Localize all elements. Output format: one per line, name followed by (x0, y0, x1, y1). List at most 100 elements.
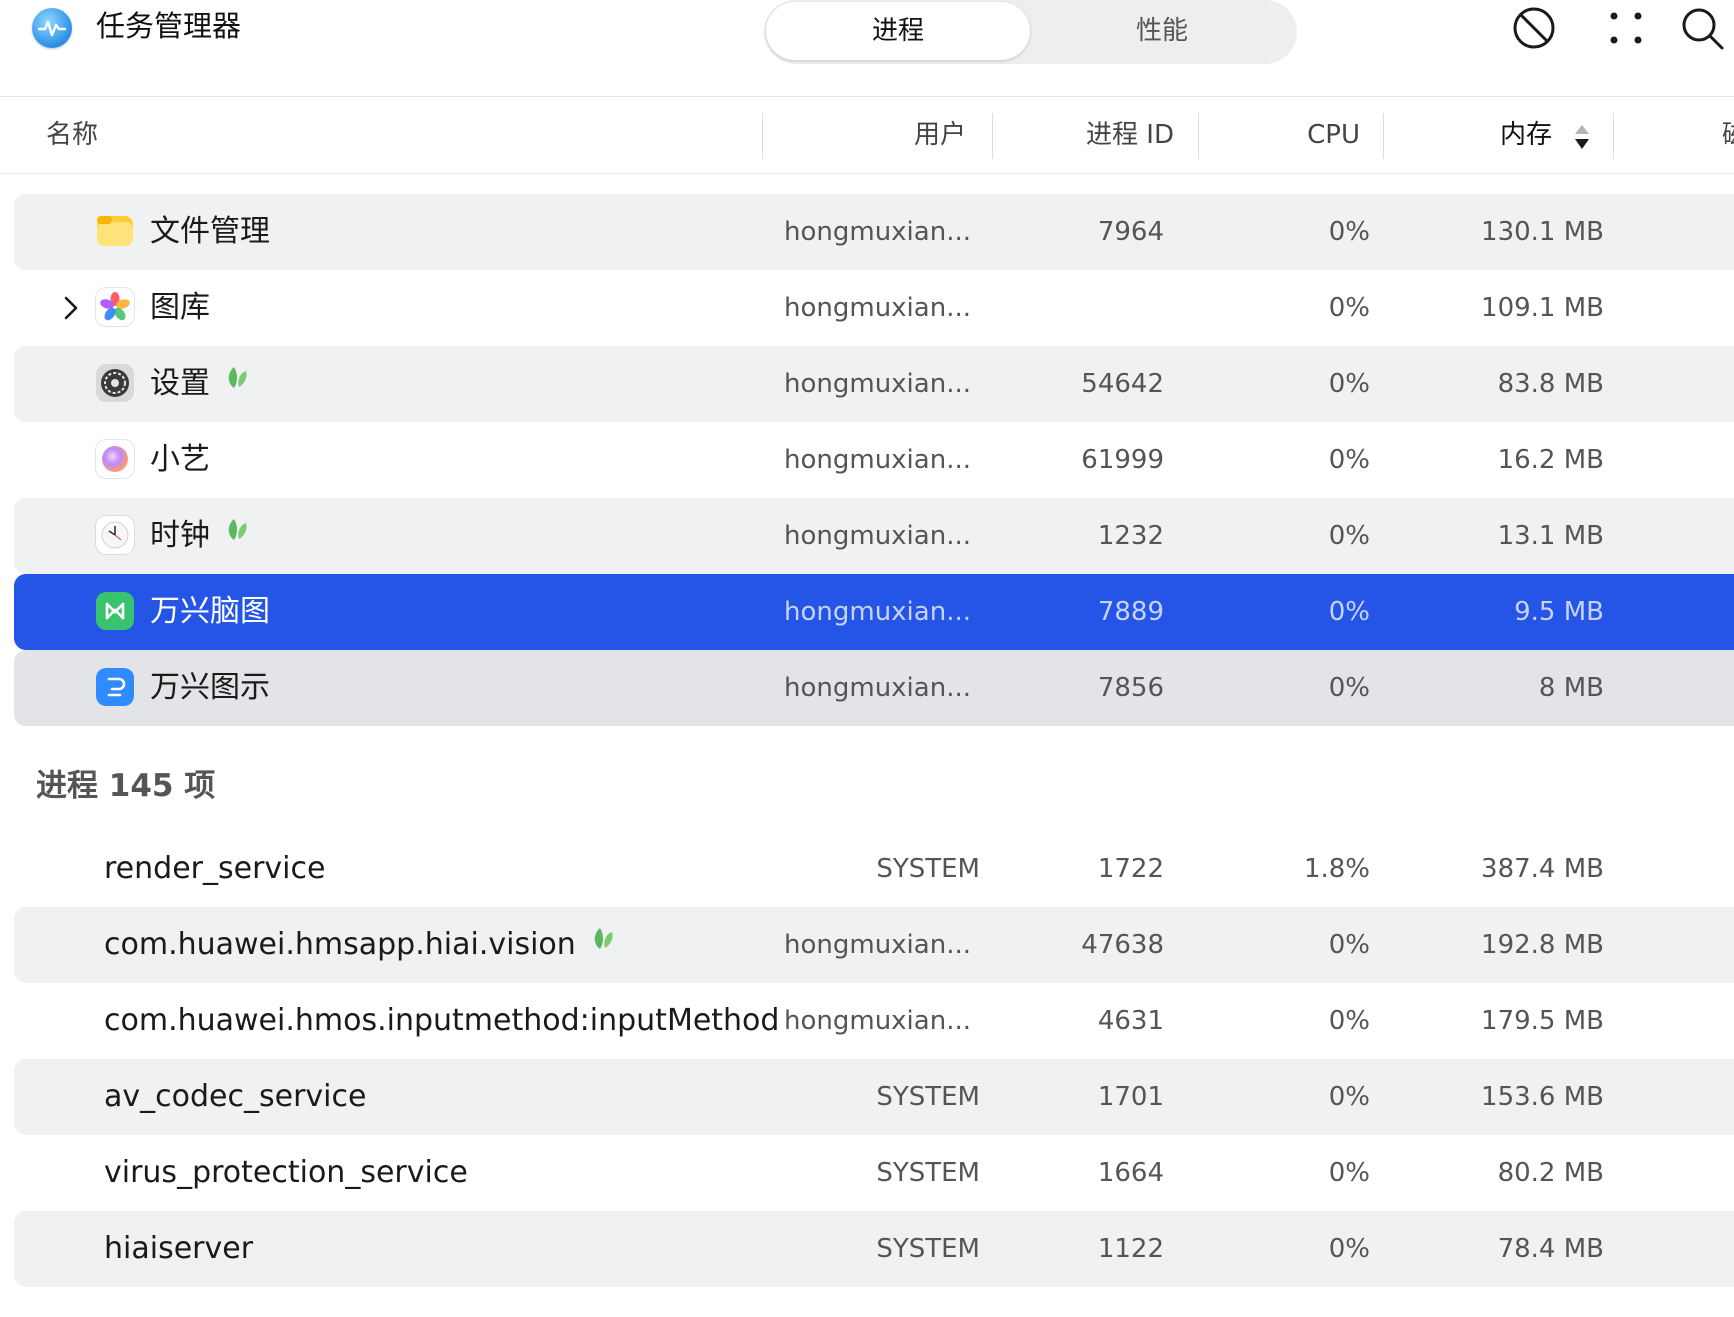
column-resize-handle[interactable] (1613, 113, 1614, 159)
gallery-icon (96, 288, 134, 326)
column-header-cpu[interactable]: CPU (1220, 97, 1360, 173)
process-name: hiaiserver (104, 1231, 254, 1266)
table-row[interactable]: 时钟 hongmuxian... 1232 0% 13.1 MB (14, 498, 1734, 574)
search-icon[interactable] (1678, 4, 1726, 52)
processes-section-title: 进程 145 项 (36, 768, 216, 804)
process-cpu: 0% (1328, 673, 1370, 703)
process-user: SYSTEM (876, 1082, 980, 1112)
process-id: 61999 (1081, 445, 1164, 475)
stop-process-icon[interactable] (1510, 4, 1558, 52)
process-memory: 153.6 MB (1481, 1082, 1604, 1112)
process-id: 1701 (1097, 1082, 1164, 1112)
process-id: 1664 (1097, 1158, 1164, 1188)
process-memory: 179.5 MB (1481, 1006, 1604, 1036)
process-id: 47638 (1081, 930, 1164, 960)
table-row[interactable]: av_codec_service SYSTEM 1701 0% 153.6 MB (14, 1059, 1734, 1135)
process-id: 1122 (1097, 1234, 1164, 1264)
table-row[interactable]: render_service SYSTEM 1722 1.8% 387.4 MB (14, 831, 1734, 907)
process-name-label: com.huawei.hmsapp.hiai.vision (104, 927, 576, 962)
process-name-label: 设置 (150, 366, 210, 401)
more-options-icon[interactable] (1602, 4, 1650, 52)
process-name-label: 时钟 (150, 518, 210, 553)
chevron-right-icon[interactable] (54, 292, 86, 324)
table-row[interactable]: 设置 hongmuxian... 54642 0% 83.8 MB (14, 346, 1734, 422)
clock-icon (96, 516, 134, 554)
process-id: 7856 (1097, 673, 1164, 703)
process-memory: 8 MB (1538, 673, 1604, 703)
process-name: render_service (104, 851, 326, 886)
file-manager-icon (96, 212, 134, 250)
divider (0, 173, 1734, 174)
process-cpu: 0% (1328, 597, 1370, 627)
sort-descending-icon[interactable] (1574, 123, 1590, 151)
column-resize-handle[interactable] (992, 113, 993, 159)
process-cpu: 0% (1328, 217, 1370, 247)
table-row-selected[interactable]: 万兴脑图 hongmuxian... 7889 0% 9.5 MB (14, 574, 1734, 650)
table-row[interactable]: hiaiserver SYSTEM 1122 0% 78.4 MB (14, 1211, 1734, 1287)
process-user: hongmuxian... (784, 369, 971, 399)
table-row[interactable]: com.huawei.hmsapp.hiai.vision hongmuxian… (14, 907, 1734, 983)
column-header-pid[interactable]: 进程 ID (1000, 97, 1174, 173)
process-name: 时钟 (150, 498, 252, 574)
tab-processes[interactable]: 进程 (766, 2, 1030, 60)
column-header-memory[interactable]: 内存 (1420, 97, 1552, 173)
process-cpu: 0% (1328, 1006, 1370, 1036)
column-header-name[interactable]: 名称 (46, 97, 98, 173)
eco-mode-leaf-icon (590, 905, 618, 981)
process-id (1004, 270, 1164, 346)
tab-performance[interactable]: 性能 (1030, 2, 1294, 60)
process-name: 设置 (150, 346, 252, 422)
process-name: com.huawei.hmos.inputmethod:inputMethod (104, 1003, 780, 1038)
process-name: 文件管理 (150, 214, 270, 249)
column-header-user[interactable]: 用户 (800, 97, 966, 173)
process-name: av_codec_service (104, 1079, 367, 1114)
process-name: 小艺 (150, 442, 210, 477)
table-row[interactable]: 文件管理 hongmuxian... 7964 0% 130.1 MB (14, 194, 1734, 270)
process-user: SYSTEM (876, 1158, 980, 1188)
diagram-app-icon (96, 668, 134, 706)
process-user: hongmuxian... (784, 217, 971, 247)
process-cpu: 0% (1328, 293, 1370, 323)
process-cpu: 0% (1328, 1234, 1370, 1264)
process-user: hongmuxian... (784, 673, 971, 703)
process-name: virus_protection_service (104, 1155, 468, 1190)
view-switcher: 进程 性能 (764, 0, 1297, 64)
process-name: 万兴图示 (150, 670, 270, 705)
column-resize-handle[interactable] (1198, 113, 1199, 159)
app-title: 任务管理器 (96, 9, 242, 43)
process-cpu: 1.8% (1303, 854, 1370, 884)
process-name: 万兴脑图 (150, 594, 270, 629)
process-memory: 13.1 MB (1497, 521, 1604, 551)
process-memory: 192.8 MB (1481, 930, 1604, 960)
table-row[interactable]: com.huawei.hmos.inputmethod:inputMethod … (14, 983, 1734, 1059)
table-row[interactable]: virus_protection_service SYSTEM 1664 0% … (14, 1135, 1734, 1211)
column-header-disk[interactable]: 磁 (1722, 97, 1734, 173)
process-user: hongmuxian... (784, 1006, 971, 1036)
process-cpu: 0% (1328, 1158, 1370, 1188)
process-id: 1232 (1097, 521, 1164, 551)
column-resize-handle[interactable] (762, 113, 763, 159)
table-row[interactable]: 万兴图示 hongmuxian... 7856 0% 8 MB (14, 650, 1734, 726)
process-user: hongmuxian... (784, 293, 971, 323)
column-resize-handle[interactable] (1383, 113, 1384, 159)
mindmap-app-icon (96, 592, 134, 630)
process-memory: 80.2 MB (1497, 1158, 1604, 1188)
process-id: 1722 (1097, 854, 1164, 884)
process-user: hongmuxian... (784, 930, 971, 960)
process-id: 4631 (1097, 1006, 1164, 1036)
task-manager-logo-icon (32, 8, 72, 48)
process-memory: 9.5 MB (1514, 597, 1604, 627)
table-row[interactable]: 小艺 hongmuxian... 61999 0% 16.2 MB (14, 422, 1734, 498)
settings-icon (96, 364, 134, 402)
process-user: SYSTEM (876, 854, 980, 884)
process-memory: 78.4 MB (1497, 1234, 1604, 1264)
process-memory: 387.4 MB (1481, 854, 1604, 884)
process-name: 图库 (150, 290, 210, 325)
process-user: hongmuxian... (784, 597, 971, 627)
process-memory: 83.8 MB (1497, 369, 1604, 399)
eco-mode-leaf-icon (224, 496, 252, 572)
title-bar: 任务管理器 进程 性能 (0, 0, 1734, 96)
table-row[interactable]: 图库 hongmuxian... 0% 109.1 MB (14, 270, 1734, 346)
process-cpu: 0% (1328, 521, 1370, 551)
process-cpu: 0% (1328, 369, 1370, 399)
